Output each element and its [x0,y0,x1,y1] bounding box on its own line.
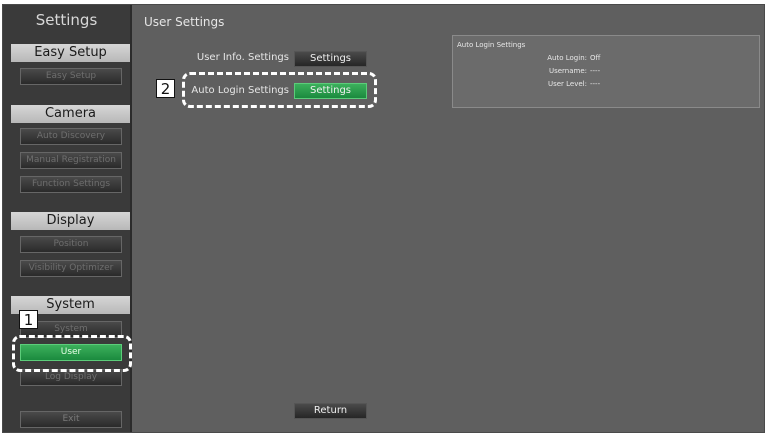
sidebar-item-auto-discovery[interactable]: Auto Discovery [20,128,122,145]
page-title: User Settings [144,15,225,29]
username-key: Username: [548,67,587,75]
panel-title: Auto Login Settings [457,41,526,49]
auto-login-key: Auto Login: [547,54,587,62]
section-header-camera: Camera [11,105,130,123]
sidebar-title: Settings [35,11,98,29]
callout-number-1: 1 [19,310,38,329]
sidebar-item-function-settings[interactable]: Function Settings [20,176,122,193]
section-header-display: Display [11,212,130,230]
sidebar-item-manual-registration[interactable]: Manual Registration [20,152,122,169]
return-button[interactable]: Return [294,403,367,419]
user-level-key: User Level: [547,80,587,88]
section-header-easy-setup: Easy Setup [11,44,130,62]
callout-highlight-user [12,335,132,372]
callout-highlight-auto-login [182,72,377,108]
auto-login-info-panel: Auto Login Settings Auto Login: Off User… [452,35,760,108]
username-value: ---- [590,67,601,75]
callout-number-2: 2 [156,79,175,98]
sidebar-item-easy-setup[interactable]: Easy Setup [20,68,122,85]
user-info-settings-label: User Info. Settings [196,52,289,63]
user-level-value: ---- [590,80,601,88]
auto-login-value: Off [590,54,601,62]
sidebar-item-visibility-optimizer[interactable]: Visibility Optimizer [20,260,122,277]
exit-button[interactable]: Exit [20,411,122,428]
sidebar-item-position[interactable]: Position [20,236,122,253]
user-info-settings-button[interactable]: Settings [294,51,367,67]
